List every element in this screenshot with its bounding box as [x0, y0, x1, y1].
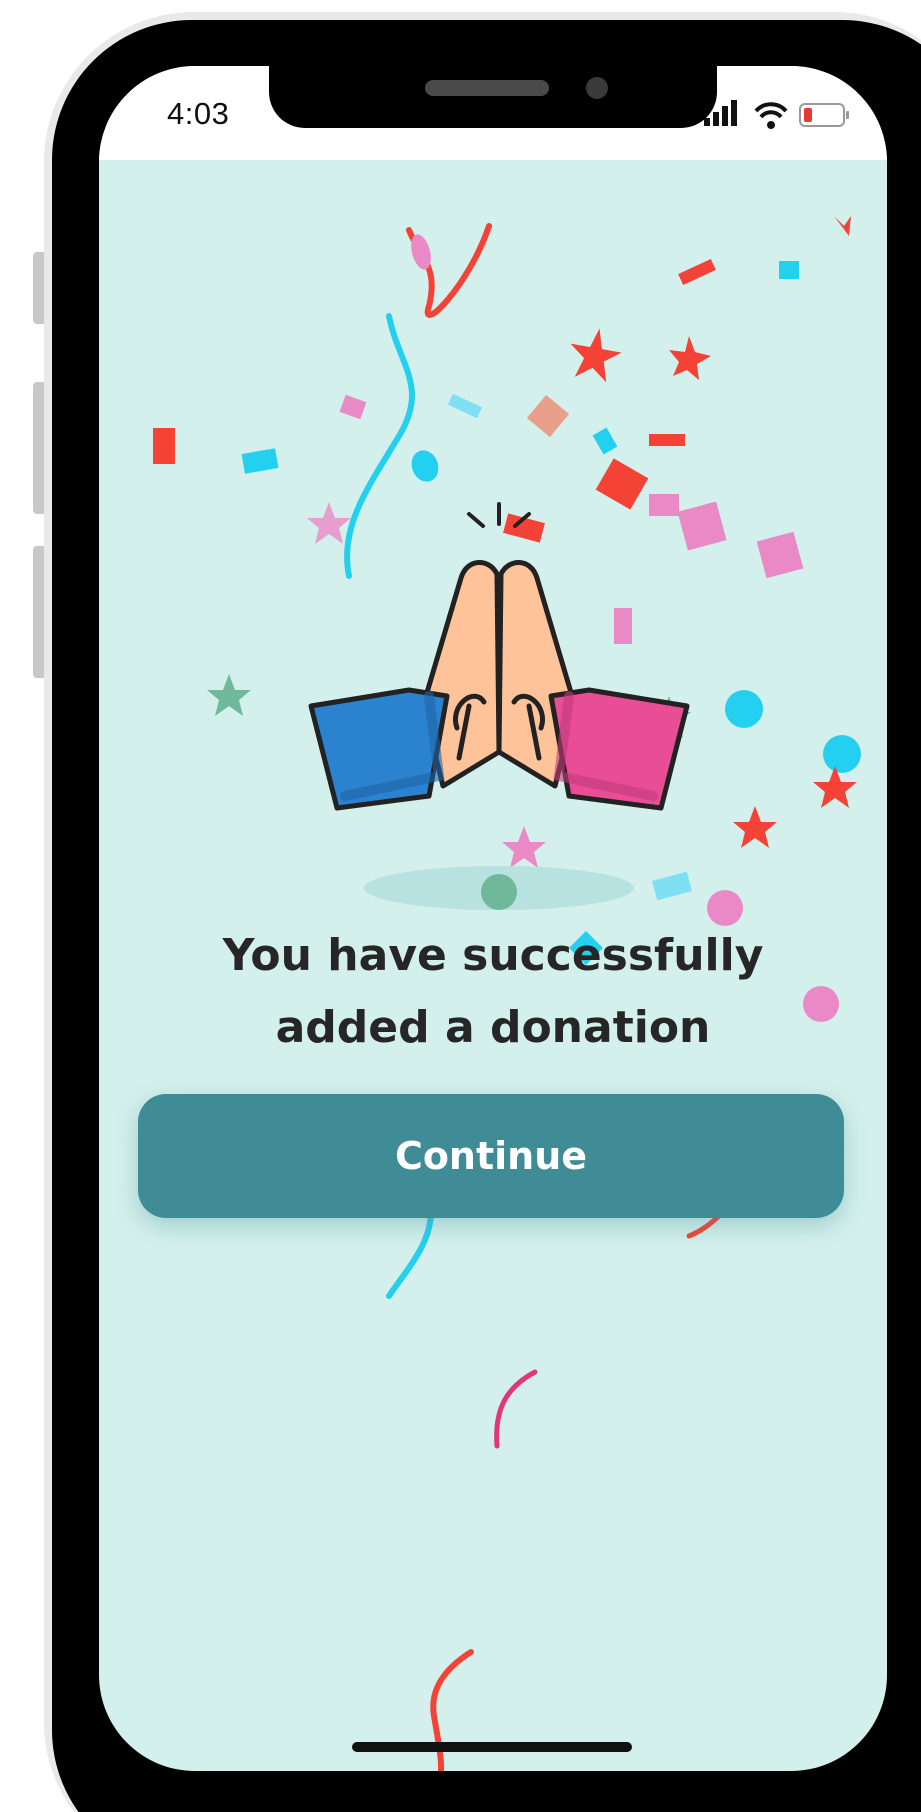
success-message: You have successfully added a donation — [99, 920, 887, 1064]
praying-hands-icon — [308, 502, 690, 910]
status-time: 4:03 — [167, 96, 230, 131]
success-message-line1: You have successfully — [222, 930, 764, 981]
app-screen: 4:03 You have successfully added a donat… — [99, 66, 887, 1771]
wifi-icon — [754, 102, 788, 129]
home-indicator[interactable] — [352, 1742, 632, 1752]
battery-low-icon — [799, 103, 849, 127]
confetti-decoration — [153, 216, 861, 1771]
status-icons — [704, 100, 849, 129]
success-message-line2: added a donation — [275, 1002, 711, 1053]
front-camera — [586, 77, 608, 99]
continue-button[interactable]: Continue — [138, 1094, 844, 1218]
notch — [269, 64, 717, 128]
speaker-grille — [425, 80, 549, 96]
device-frame: 4:03 You have successfully added a donat… — [0, 0, 921, 1812]
